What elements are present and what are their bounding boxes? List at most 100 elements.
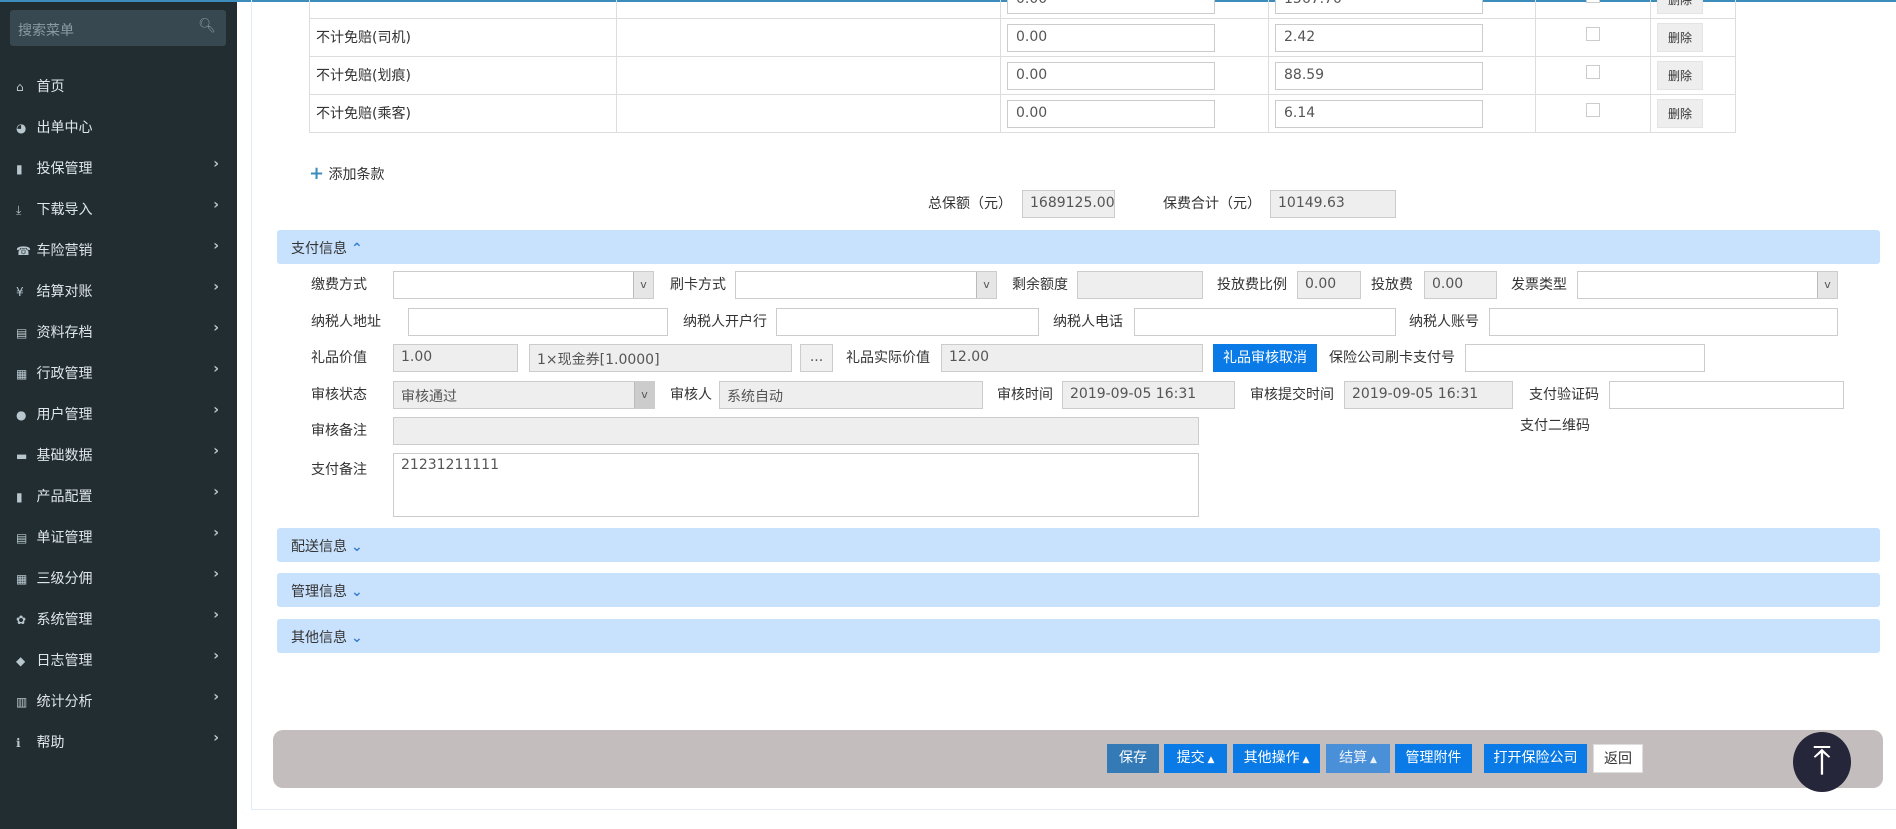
audit-note-label: 审核备注 [311, 423, 367, 439]
settle-button[interactable]: 结算 ▲ [1326, 744, 1390, 773]
card-method-label: 刷卡方式 [670, 277, 726, 293]
chevron-right-icon: › [213, 279, 219, 295]
submit-button[interactable]: 提交 ▲ [1164, 744, 1227, 773]
chevron-right-icon: › [213, 566, 219, 582]
section-other-header[interactable]: 其他信息 ⌄ [277, 619, 1880, 653]
sidebar-item[interactable]: ⤓ 下载导入 › [0, 189, 237, 227]
amount-input[interactable]: 0.00 [1007, 0, 1215, 14]
clause-checkbox[interactable] [1586, 0, 1600, 3]
total-sum-label: 总保额（元） [928, 196, 1012, 212]
sidebar-item[interactable]: ▤ 资料存档 › [0, 312, 237, 350]
sidebar: 搜索菜单 🔍︎ ⌂ 首页 ◕ 出单中心 ▮ 投保管理 › ⤓ 下载导入 › ☎ 车险营销 › ¥ … [0, 2, 237, 829]
clause-name [309, 0, 617, 19]
sidebar-item-label: 首页 [36, 79, 65, 95]
delete-button[interactable]: 删除 [1657, 61, 1704, 90]
delete-button[interactable]: 删除 [1657, 99, 1704, 128]
menu-icon: ☎ [16, 244, 31, 258]
sidebar-item-label: 下载导入 [36, 202, 93, 218]
section-title: 管理信息 [291, 584, 347, 600]
sidebar-item[interactable]: ¥ 结算对账 › [0, 271, 237, 309]
menu-icon: ▤ [16, 531, 28, 545]
sidebar-item[interactable]: ℹ 帮助 › [0, 722, 237, 760]
sidebar-item[interactable]: ▬ 基础数据 › [0, 435, 237, 473]
menu-icon: ¥ [16, 285, 24, 299]
pay-note-label: 支付备注 [311, 462, 367, 478]
premium-input[interactable]: 6.14 [1275, 99, 1483, 128]
table-row: 不计免赔(划痕) 0.00 88.59 删除 [309, 56, 1736, 95]
table-row: 不计免赔(司机) 0.00 2.42 删除 [309, 18, 1736, 57]
add-clause-label: 添加条款 [328, 167, 385, 183]
sidebar-item[interactable]: ⌂ 首页 [0, 66, 237, 104]
pay-method-select[interactable]: v [393, 271, 654, 299]
fee-ratio-label: 投放费比例 [1217, 277, 1287, 293]
audit-status-value: 审核通过 [401, 389, 457, 405]
section-delivery-header[interactable]: 配送信息 ⌄ [277, 528, 1880, 562]
menu-icon: ⌂ [16, 80, 24, 94]
tax-phone-input[interactable] [1134, 308, 1396, 336]
sidebar-item[interactable]: ▥ 统计分析 › [0, 681, 237, 719]
card-method-select[interactable]: v [735, 271, 997, 299]
premium-input[interactable]: 1567.70 [1275, 0, 1483, 14]
tax-address-input[interactable] [408, 308, 668, 336]
open-insurer-button[interactable]: 打开保险公司 [1484, 744, 1587, 773]
clause-checkbox[interactable] [1586, 65, 1600, 79]
delete-button[interactable]: 删除 [1657, 0, 1704, 14]
sidebar-item[interactable]: ◕ 出单中心 [0, 107, 237, 145]
sidebar-item[interactable]: ◆ 日志管理 › [0, 640, 237, 678]
sidebar-item[interactable]: ▮ 产品配置 › [0, 476, 237, 514]
section-manage-header[interactable]: 管理信息 ⌄ [277, 573, 1880, 607]
sidebar-item-label: 统计分析 [36, 694, 93, 710]
sidebar-item-label: 产品配置 [36, 489, 93, 505]
clause-checkbox[interactable] [1586, 103, 1600, 117]
other-ops-button[interactable]: 其他操作 ▲ [1233, 744, 1320, 773]
sidebar-item-label: 系统管理 [36, 612, 93, 628]
premium-input[interactable]: 88.59 [1275, 61, 1483, 90]
menu-icon: ▥ [16, 695, 28, 709]
sidebar-item[interactable]: ✿ 系统管理 › [0, 599, 237, 637]
audit-time-field: 2019-09-05 16:31 [1062, 381, 1235, 409]
gift-select-button[interactable]: ... [800, 344, 833, 372]
sidebar-item-label: 投保管理 [36, 161, 93, 177]
audit-note-field [393, 417, 1199, 445]
menu-search-input[interactable]: 搜索菜单 🔍︎ [10, 10, 226, 46]
back-to-top-button[interactable]: ⤒ [1793, 732, 1851, 792]
menu-icon: ▮ [16, 162, 23, 176]
settle-label: 结算 [1339, 750, 1368, 766]
sidebar-item[interactable]: ▤ 单证管理 › [0, 517, 237, 555]
sidebar-item[interactable]: ☎ 车险营销 › [0, 230, 237, 268]
card-pay-no-input[interactable] [1465, 344, 1705, 372]
amount-input[interactable]: 0.00 [1007, 99, 1215, 128]
sidebar-item-label: 基础数据 [36, 448, 93, 464]
clause-checkbox[interactable] [1586, 27, 1600, 41]
sidebar-item-label: 行政管理 [36, 366, 93, 382]
menu-icon: ● [16, 408, 27, 422]
tax-account-input[interactable] [1489, 308, 1838, 336]
total-premium-field: 10149.63 [1270, 190, 1396, 218]
verify-code-input[interactable] [1609, 381, 1844, 409]
section-payment-header[interactable]: 支付信息 ⌃ [277, 230, 1880, 264]
sidebar-item[interactable]: ▦ 行政管理 › [0, 353, 237, 391]
add-clause-link[interactable]: + 添加条款 [309, 163, 385, 184]
invoice-type-select[interactable]: v [1577, 271, 1838, 299]
sidebar-item[interactable]: ▦ 三级分佣 › [0, 558, 237, 596]
save-button[interactable]: 保存 [1107, 744, 1159, 773]
fee-label: 投放费 [1371, 277, 1413, 293]
back-button[interactable]: 返回 [1593, 744, 1643, 773]
invoice-type-label: 发票类型 [1511, 277, 1567, 293]
amount-input[interactable]: 0.00 [1007, 23, 1215, 52]
amount-input[interactable]: 0.00 [1007, 61, 1215, 90]
tax-bank-input[interactable] [776, 308, 1039, 336]
premium-input[interactable]: 2.42 [1275, 23, 1483, 52]
chevron-down-icon: v [976, 272, 996, 298]
search-icon[interactable]: 🔍︎ [198, 18, 216, 34]
sidebar-item[interactable]: ▮ 投保管理 › [0, 148, 237, 186]
delete-button[interactable]: 删除 [1657, 23, 1704, 52]
gift-audit-cancel-button[interactable]: 礼品审核取消 [1213, 344, 1317, 372]
menu-icon: ▦ [16, 572, 28, 586]
pay-note-textarea[interactable]: 21231211111 [393, 453, 1199, 517]
chevron-right-icon: › [213, 238, 219, 254]
manage-attachments-button[interactable]: 管理附件 [1395, 744, 1472, 773]
sidebar-item[interactable]: ● 用户管理 › [0, 394, 237, 432]
chevron-right-icon: › [213, 689, 219, 705]
arrow-up-icon: ⤒ [1813, 738, 1831, 784]
